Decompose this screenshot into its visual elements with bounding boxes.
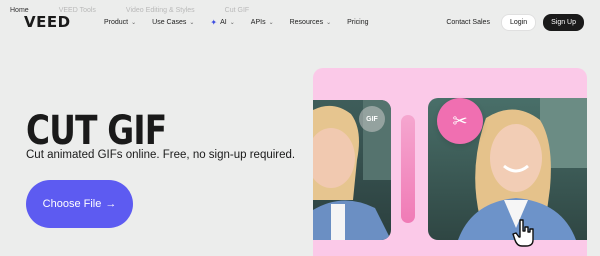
nav-item-label: Product (104, 18, 129, 26)
nav-item-product[interactable]: Product ⌄ (96, 19, 144, 26)
chevron-down-icon: ⌄ (326, 19, 332, 26)
sparkle-icon: ✦ (210, 17, 218, 27)
nav-item-label: APIs (250, 18, 266, 26)
nav-item-use-cases[interactable]: Use Cases ⌄ (144, 19, 202, 26)
top-navbar: VEED Product ⌄ Use Cases ⌄ ✦ AI ⌄ APIs ⌄… (24, 10, 584, 34)
contact-sales-link[interactable]: Contact Sales (446, 19, 490, 26)
nav-item-resources[interactable]: Resources ⌄ (282, 19, 340, 26)
chevron-down-icon: ⌄ (131, 19, 137, 26)
hand-cursor-icon (511, 218, 537, 248)
nav-actions: Contact Sales Login Sign Up (446, 13, 584, 31)
gif-icon: GIF (359, 106, 385, 132)
trim-handle[interactable] (401, 115, 415, 223)
chevron-down-icon: ⌄ (268, 19, 274, 26)
nav-item-label: Pricing (347, 18, 369, 26)
page-title: CUT GIF (26, 108, 167, 154)
choose-file-button[interactable]: Choose File → (26, 180, 133, 228)
signup-button[interactable]: Sign Up (543, 13, 584, 31)
nav-item-pricing[interactable]: Pricing (339, 19, 376, 26)
chevron-down-icon: ⌄ (189, 19, 195, 26)
scissors-icon: ✂ (437, 98, 483, 144)
login-button[interactable]: Login (500, 13, 537, 31)
nav-item-label: Resources (289, 18, 324, 26)
veed-logo[interactable]: VEED (24, 13, 86, 31)
chevron-down-icon: ⌄ (229, 19, 235, 26)
nav-item-label: AI (220, 18, 227, 26)
hero-illustration: GIF ✂ (313, 68, 587, 256)
choose-file-label: Choose File (42, 198, 102, 210)
arrow-right-icon: → (105, 198, 117, 210)
nav-item-label: Use Cases (152, 18, 187, 26)
nav-menu: Product ⌄ Use Cases ⌄ ✦ AI ⌄ APIs ⌄ Reso… (96, 18, 377, 27)
nav-item-apis[interactable]: APIs ⌄ (243, 19, 282, 26)
nav-item-ai[interactable]: ✦ AI ⌄ (202, 18, 242, 27)
page-subtitle: Cut animated GIFs online. Free, no sign-… (26, 149, 296, 161)
